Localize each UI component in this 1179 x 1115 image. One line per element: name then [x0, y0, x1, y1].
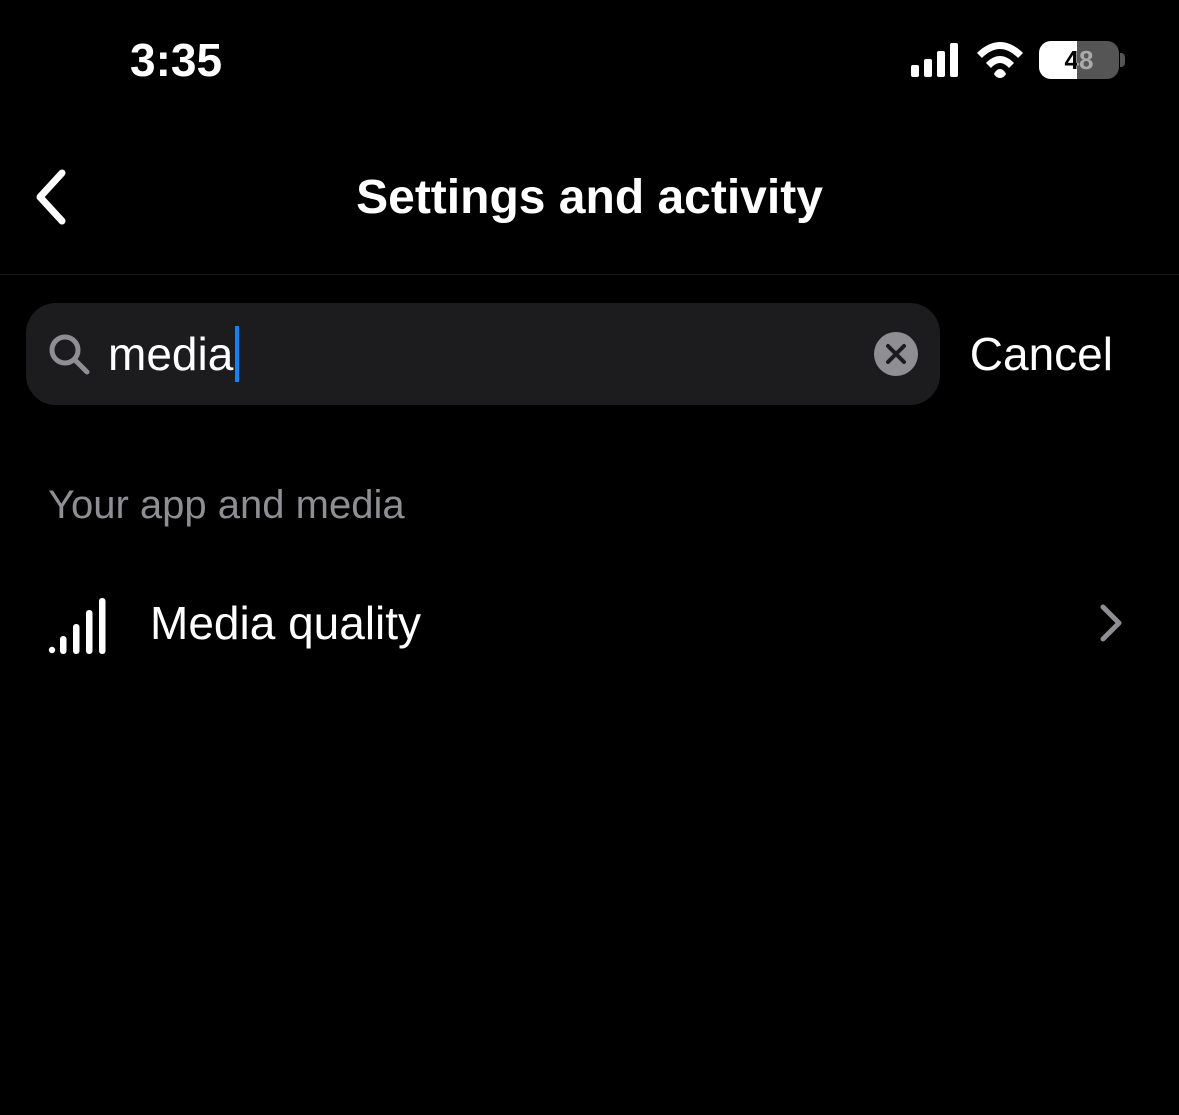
battery-percent: 48 — [1039, 45, 1119, 76]
clear-search-button[interactable] — [874, 332, 918, 376]
status-time: 3:35 — [130, 33, 222, 87]
search-input-wrap[interactable]: media — [108, 326, 856, 382]
text-cursor — [235, 326, 239, 382]
search-icon — [48, 333, 90, 375]
header: Settings and activity — [0, 120, 1179, 275]
section-title: Your app and media — [48, 483, 1131, 528]
battery-icon: 48 — [1039, 41, 1119, 79]
status-indicators: 48 — [911, 41, 1119, 79]
chevron-right-icon — [1099, 603, 1131, 643]
search-field[interactable]: media — [26, 303, 940, 405]
status-bar: 3:35 48 — [0, 0, 1179, 120]
page-title: Settings and activity — [0, 170, 1179, 225]
result-label: Media quality — [150, 596, 1059, 650]
result-row-media-quality[interactable]: Media quality — [48, 588, 1131, 658]
results-section: Your app and media Media quality — [0, 433, 1179, 658]
wifi-icon — [975, 42, 1025, 78]
search-input[interactable]: media — [108, 327, 233, 381]
cancel-button[interactable]: Cancel — [970, 327, 1153, 381]
chevron-left-icon — [32, 167, 68, 227]
back-button[interactable] — [20, 167, 80, 227]
signal-bars-icon — [48, 592, 110, 654]
cellular-signal-icon — [911, 43, 961, 77]
search-row: media Cancel — [0, 275, 1179, 433]
close-icon — [885, 343, 907, 365]
